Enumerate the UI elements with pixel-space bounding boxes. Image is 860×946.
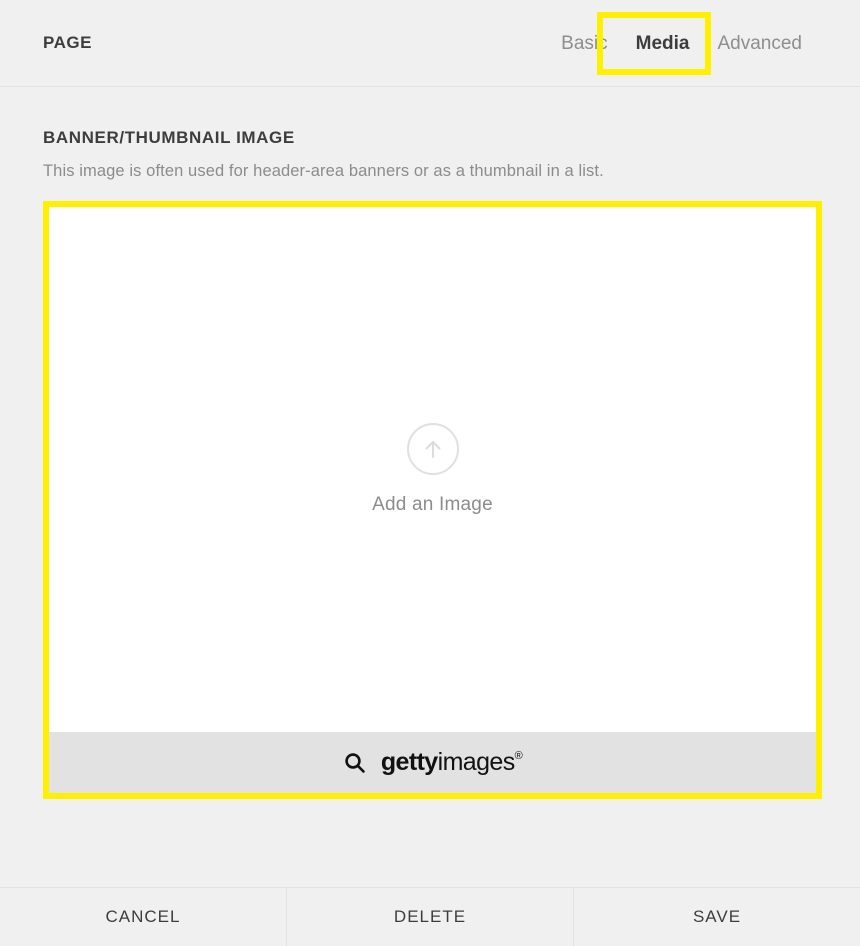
page-title: PAGE [43, 33, 92, 52]
save-button[interactable]: SAVE [574, 888, 860, 946]
tab-basic[interactable]: Basic [547, 34, 621, 53]
getty-images-wordmark: getty images ® [380, 748, 523, 776]
media-tab-content: BANNER/THUMBNAIL IMAGE This image is oft… [0, 87, 860, 887]
registered-trademark-mark: ® [514, 750, 523, 762]
upload-arrow-circle-icon [406, 423, 459, 475]
getty-images-logo-group: getty images ® [343, 748, 523, 776]
add-image-label: Add an Image [372, 494, 493, 515]
getty-images-search-bar[interactable]: getty images ® [49, 732, 816, 793]
tab-media[interactable]: Media [622, 34, 704, 53]
tab-advanced[interactable]: Advanced [703, 34, 816, 53]
getty-wordmark-bold: getty [380, 748, 438, 776]
image-dropzone-highlight-box: Add an Image getty images ® [43, 201, 822, 799]
search-icon [343, 751, 367, 775]
cancel-button[interactable]: CANCEL [0, 888, 287, 946]
page-editor-panel: PAGE Basic Media Advanced BANNER/THUMBNA… [0, 0, 860, 946]
tab-bar: Basic Media Advanced [547, 0, 816, 86]
add-image-dropzone[interactable]: Add an Image [49, 207, 816, 732]
panel-header: PAGE Basic Media Advanced [0, 0, 860, 87]
delete-button[interactable]: DELETE [287, 888, 574, 946]
section-description: This image is often used for header-area… [43, 162, 604, 180]
getty-wordmark-light: images [437, 748, 516, 776]
section-title-banner-thumbnail: BANNER/THUMBNAIL IMAGE [43, 128, 295, 147]
panel-footer: CANCEL DELETE SAVE [0, 887, 860, 946]
